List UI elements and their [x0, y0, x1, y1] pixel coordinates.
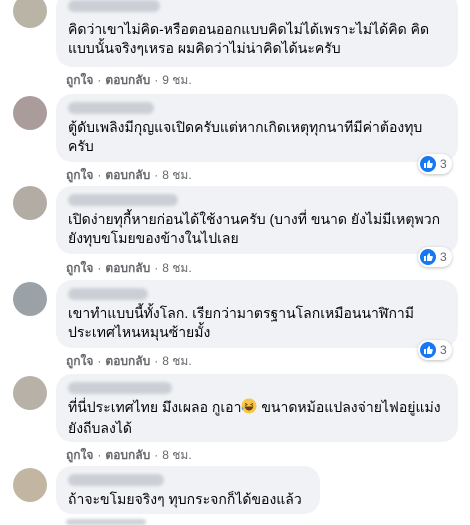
avatar[interactable] — [13, 96, 47, 130]
comment-actions: ถูกใจ · ตอบกลับ · 8 ชม. — [66, 261, 192, 275]
laughing-emoji-icon — [241, 398, 257, 419]
comment-text: เปิดง่ายทุกี้หายก่อนได้ใช้งานครับ (บางที… — [68, 211, 441, 246]
timestamp[interactable]: 8 ชม. — [162, 261, 191, 275]
comment-bubble: ตู้ดับเพลิงมีกุญแจเปิดครับแต่หากเกิดเหตุ… — [56, 94, 458, 162]
like-button[interactable]: ถูกใจ — [66, 73, 93, 87]
comment-actions: ถูกใจ · ตอบกลับ · 8 ชม. — [66, 354, 192, 368]
author-name[interactable] — [68, 102, 154, 114]
reply-button[interactable]: ตอบกลับ — [105, 261, 150, 275]
comment-text: ตู้ดับเพลิงมีกุญแจเปิดครับแต่หากเกิดเหตุ… — [68, 119, 423, 154]
reaction-number: 3 — [440, 250, 447, 264]
reply-button[interactable]: ตอบกลับ — [105, 448, 150, 462]
timestamp[interactable]: 8 ชม. — [162, 448, 191, 462]
reaction-count[interactable]: 3 — [418, 154, 452, 174]
avatar[interactable] — [13, 282, 47, 316]
avatar[interactable] — [13, 468, 47, 502]
like-button[interactable]: ถูกใจ — [66, 354, 93, 368]
author-name[interactable] — [68, 382, 172, 394]
like-button[interactable]: ถูกใจ — [66, 448, 93, 462]
avatar[interactable] — [13, 376, 47, 410]
thumbs-up-icon — [420, 156, 436, 172]
comment-bubble: ถ้าจะขโมยจริงๆ ทุบกระจกก็ได้ของแล้ว — [56, 466, 320, 514]
like-button[interactable]: ถูกใจ — [66, 261, 93, 275]
comment-bubble: เขาทำแบบนี้ทั้งโลก. เรียกว่ามาตรฐานโลกเห… — [56, 280, 458, 348]
comment-text: เขาทำแบบนี้ทั้งโลก. เรียกว่ามาตรฐานโลกเห… — [68, 305, 415, 340]
reply-button[interactable]: ตอบกลับ — [105, 73, 150, 87]
author-name[interactable] — [68, 288, 148, 300]
reaction-number: 3 — [440, 157, 447, 171]
reply-button[interactable]: ตอบกลับ — [105, 354, 150, 368]
like-button[interactable]: ถูกใจ — [66, 168, 93, 182]
comment-text: ถ้าจะขโมยจริงๆ ทุบกระจกก็ได้ของแล้ว — [68, 491, 302, 507]
comment-bubble: คิดว่าเขาไม่คิด-หรือตอนออกแบบคิดไม่ได้เพ… — [56, 0, 458, 67]
comment-text-part: ที่นี่ประเทศไทย มึงเผลอ กูเอา — [68, 399, 242, 415]
timestamp[interactable]: 9 ชม. — [162, 73, 191, 87]
comment-text: คิดว่าเขาไม่คิด-หรือตอนออกแบบคิดไม่ได้เพ… — [68, 21, 430, 56]
author-name[interactable] — [68, 474, 164, 486]
author-name[interactable] — [68, 194, 178, 206]
avatar[interactable] — [13, 0, 47, 28]
timestamp[interactable]: 8 ชม. — [162, 354, 191, 368]
comment-actions: ถูกใจ · ตอบกลับ · 9 ชม. — [66, 73, 192, 87]
comment-actions: ถูกใจ · ตอบกลับ · 8 ชม. — [66, 448, 192, 462]
reaction-number: 3 — [440, 343, 447, 357]
reply-button[interactable]: ตอบกลับ — [105, 168, 150, 182]
timestamp[interactable]: 8 ชม. — [162, 168, 191, 182]
comment-actions: ถูกใจ · ตอบกลับ · 8 ชม. — [66, 168, 192, 182]
comment-bubble: เปิดง่ายทุกี้หายก่อนได้ใช้งานครับ (บางที… — [56, 186, 458, 254]
reaction-count[interactable]: 3 — [418, 247, 452, 267]
author-name[interactable] — [68, 0, 160, 12]
thumbs-up-icon — [420, 249, 436, 265]
comment-text: ที่นี่ประเทศไทย มึงเผลอ กูเอา ขนาดหม้อแป… — [68, 398, 446, 438]
comment-bubble: ที่นี่ประเทศไทย มึงเผลอ กูเอา ขนาดหม้อแป… — [56, 374, 458, 442]
avatar[interactable] — [13, 186, 47, 220]
reaction-count[interactable]: 3 — [418, 340, 452, 360]
thumbs-up-icon — [420, 342, 436, 358]
